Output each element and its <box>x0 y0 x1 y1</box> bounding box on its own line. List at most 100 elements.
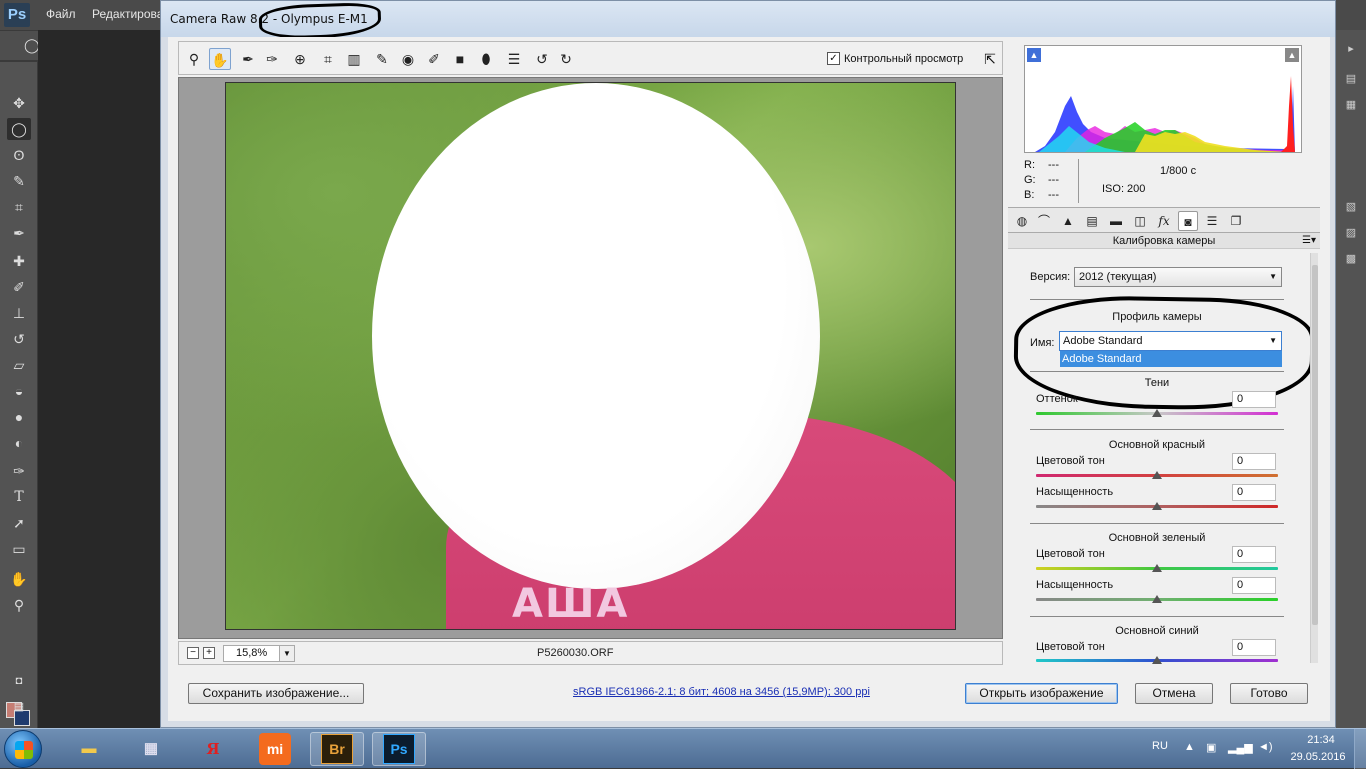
show-desktop-button[interactable] <box>1354 729 1366 769</box>
menu-file[interactable]: Файл <box>46 7 76 21</box>
path-selection-tool-icon[interactable]: ➚ <box>7 512 31 534</box>
white-balance-tool-icon[interactable]: ✒ <box>237 48 259 70</box>
scrollbar-thumb[interactable] <box>1312 265 1318 625</box>
preview-checkbox[interactable]: ✓ <box>827 52 840 65</box>
dodge-tool-icon[interactable]: ◐ <box>7 432 31 454</box>
tab-snapshots-icon[interactable]: ❐ <box>1226 211 1246 231</box>
lasso-tool-icon[interactable]: ʘ <box>7 144 31 166</box>
move-tool-icon[interactable]: ✥ <box>7 92 31 114</box>
tab-hsl-icon[interactable]: ▤ <box>1082 211 1102 231</box>
history-brush-tool-icon[interactable]: ↺ <box>7 328 31 350</box>
clock-time[interactable]: 21:34 <box>1296 734 1346 746</box>
open-image-button[interactable]: Открыть изображение <box>965 683 1118 704</box>
shadows-tint-field[interactable]: 0 <box>1232 391 1276 408</box>
blur-tool-icon[interactable]: ● <box>7 406 31 428</box>
zoom-level-field[interactable]: 15,8% <box>223 645 281 662</box>
rotate-right-icon[interactable]: ↻ <box>555 48 577 70</box>
panel-icon-5[interactable]: ▩ <box>1344 252 1358 266</box>
brush-tool-icon[interactable]: ✐ <box>7 276 31 298</box>
tab-camera-calibration-icon[interactable]: ◙ <box>1178 211 1198 231</box>
blue-hue-thumb[interactable] <box>1152 656 1162 664</box>
tab-basic-icon[interactable]: ◍ <box>1012 211 1032 231</box>
photo-preview[interactable]: АША <box>225 82 956 630</box>
type-tool-icon[interactable]: T <box>7 486 31 508</box>
clock-date[interactable]: 29.05.2016 <box>1286 751 1350 763</box>
done-button[interactable]: Готово <box>1230 683 1308 704</box>
blue-hue-field[interactable]: 0 <box>1232 639 1276 656</box>
tray-device-icon[interactable]: ▣ <box>1206 741 1216 754</box>
taskbar-bridge[interactable]: Br <box>310 732 364 766</box>
graduated-filter-icon[interactable]: ■ <box>449 48 471 70</box>
tab-effects-icon[interactable]: fx <box>1154 211 1174 231</box>
rotate-left-icon[interactable]: ↺ <box>531 48 553 70</box>
color-sampler-tool-icon[interactable]: ✑ <box>261 48 283 70</box>
healing-tool-icon[interactable]: ✚ <box>7 250 31 272</box>
ellipse-marquee-tool-icon[interactable]: ◯ <box>7 118 31 140</box>
red-saturation-thumb[interactable] <box>1152 502 1162 510</box>
taskbar-explorer[interactable]: ▬ <box>62 732 116 766</box>
green-saturation-thumb[interactable] <box>1152 595 1162 603</box>
paint-bucket-tool-icon[interactable]: ◒ <box>7 380 31 402</box>
menu-edit[interactable]: Редактирова <box>92 7 163 21</box>
panel-icon-4[interactable]: ▨ <box>1344 226 1358 240</box>
panel-toggle-icon[interactable]: ▸ <box>1344 42 1358 56</box>
hand-tool-icon[interactable]: ✋ <box>7 568 31 590</box>
tab-lens-corrections-icon[interactable]: ◫ <box>1130 211 1150 231</box>
dialog-titlebar[interactable]: Camera Raw 8.2 - Olympus E-M1 <box>161 1 1335 41</box>
straighten-tool-icon[interactable]: ▥ <box>343 48 365 70</box>
network-icon[interactable]: ▂▄▆ <box>1228 741 1253 754</box>
zoom-tool-icon[interactable]: ⚲ <box>183 48 205 70</box>
zoom-out-button[interactable]: − <box>187 647 199 659</box>
tab-detail-icon[interactable]: ▲ <box>1058 211 1078 231</box>
crop-tool-icon[interactable]: ⌗ <box>317 48 339 70</box>
crop-tool-icon[interactable]: ⌗ <box>7 196 31 218</box>
panel-icon-1[interactable]: ▤ <box>1344 72 1358 86</box>
spot-removal-tool-icon[interactable]: ✎ <box>371 48 393 70</box>
taskbar-calculator[interactable]: ▦ <box>124 732 178 766</box>
pen-tool-icon[interactable]: ✑ <box>7 460 31 482</box>
version-select[interactable]: 2012 (текущая) ▼ <box>1074 267 1282 287</box>
adjustment-brush-icon[interactable]: ✐ <box>423 48 445 70</box>
save-image-button[interactable]: Сохранить изображение... <box>188 683 364 704</box>
stamp-tool-icon[interactable]: ⊥ <box>7 302 31 324</box>
radial-filter-icon[interactable]: ⬮ <box>475 48 497 70</box>
panel-icon-3[interactable]: ▧ <box>1344 200 1358 214</box>
taskbar-mi[interactable]: mi <box>248 732 302 766</box>
screen-mode-icon[interactable]: ▤ <box>7 696 31 718</box>
zoom-dropdown-arrow-icon[interactable]: ▼ <box>279 645 295 662</box>
zoom-in-button[interactable]: + <box>203 647 215 659</box>
fullscreen-icon[interactable]: ⇱ <box>979 48 1001 70</box>
red-hue-thumb[interactable] <box>1152 471 1162 479</box>
photoshop-icon: Ps <box>383 734 415 764</box>
preferences-icon[interactable]: ☰ <box>503 48 525 70</box>
quick-selection-tool-icon[interactable]: ✎ <box>7 170 31 192</box>
panel-icon-2[interactable]: ▦ <box>1344 98 1358 112</box>
red-saturation-field[interactable]: 0 <box>1232 484 1276 501</box>
green-hue-field[interactable]: 0 <box>1232 546 1276 563</box>
green-saturation-field[interactable]: 0 <box>1232 577 1276 594</box>
red-hue-field[interactable]: 0 <box>1232 453 1276 470</box>
tab-tone-curve-icon[interactable]: ⌒ <box>1034 211 1054 231</box>
volume-icon[interactable]: ◄) <box>1258 741 1273 753</box>
shadows-tint-thumb[interactable] <box>1152 409 1162 417</box>
tab-presets-icon[interactable]: ☰ <box>1202 211 1222 231</box>
taskbar-yandex[interactable]: Я <box>186 732 240 766</box>
eraser-tool-icon[interactable]: ▱ <box>7 354 31 376</box>
targeted-adjustment-tool-icon[interactable]: ⊕ <box>289 48 311 70</box>
tab-split-toning-icon[interactable]: ▬ <box>1106 211 1126 231</box>
start-button[interactable] <box>4 730 42 768</box>
quick-mask-icon[interactable]: ◘ <box>7 670 31 692</box>
taskbar-photoshop[interactable]: Ps <box>372 732 426 766</box>
rectangle-tool-icon[interactable]: ▭ <box>7 538 31 560</box>
red-eye-tool-icon[interactable]: ◉ <box>397 48 419 70</box>
workflow-options-link[interactable]: sRGB IEC61966-2.1; 8 бит; 4608 на 3456 (… <box>573 686 870 698</box>
eyedropper-tool-icon[interactable]: ✒ <box>7 222 31 244</box>
language-indicator[interactable]: RU <box>1152 740 1168 752</box>
panel-menu-icon[interactable]: ☰▾ <box>1302 233 1316 249</box>
zoom-tool-icon[interactable]: ⚲ <box>7 594 31 616</box>
cancel-button[interactable]: Отмена <box>1135 683 1213 704</box>
hand-tool-icon[interactable]: ✋ <box>209 48 231 70</box>
panel-scrollbar[interactable] <box>1310 253 1318 663</box>
green-hue-thumb[interactable] <box>1152 564 1162 572</box>
tray-expand-icon[interactable]: ▲ <box>1184 741 1195 753</box>
